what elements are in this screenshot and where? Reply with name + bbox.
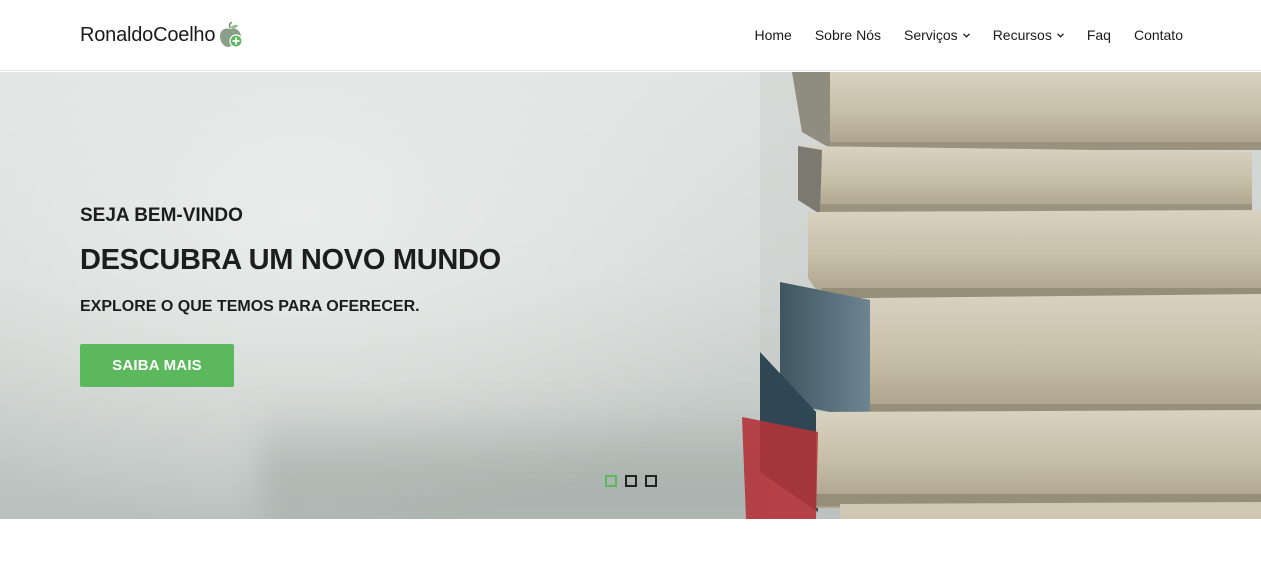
chevron-down-icon xyxy=(962,32,970,38)
nav-item-label: Sobre Nós xyxy=(814,27,881,43)
nav-item-recursos[interactable]: Recursos xyxy=(993,27,1064,43)
main-nav: Home Sobre Nós Serviços Recursos Faq Con… xyxy=(754,27,1183,43)
nav-item-contato[interactable]: Contato xyxy=(1134,27,1183,43)
green-apple-plus-icon xyxy=(220,22,243,48)
nav-item-label: Recursos xyxy=(992,27,1052,43)
hero-background-blur xyxy=(260,402,780,519)
slider-dot-1[interactable] xyxy=(605,475,617,487)
hero-kicker: SEJA BEM-VINDO xyxy=(80,205,243,226)
saiba-mais-button[interactable]: SAIBA MAIS xyxy=(80,344,234,387)
nav-item-label: Faq xyxy=(1086,27,1111,43)
brand-logo[interactable]: RonaldoCoelho xyxy=(80,22,243,48)
hero-subline: EXPLORE O QUE TEMOS PARA OFERECER. xyxy=(80,298,420,315)
nav-item-label: Serviços xyxy=(904,27,958,43)
book-stack-image xyxy=(742,72,1261,519)
slider-dot-3[interactable] xyxy=(645,475,657,487)
nav-item-home[interactable]: Home xyxy=(754,27,791,43)
brand-name: RonaldoCoelho xyxy=(80,23,216,46)
site-header: RonaldoCoelho Home Sobre Nós Serviços Re… xyxy=(0,0,1261,71)
nav-item-label: Home xyxy=(754,27,792,43)
nav-item-sobre-nos[interactable]: Sobre Nós xyxy=(815,27,881,43)
nav-item-faq[interactable]: Faq xyxy=(1087,27,1111,43)
nav-item-label: Contato xyxy=(1133,27,1183,43)
nav-item-servicos[interactable]: Serviços xyxy=(904,27,970,43)
hero-headline: DESCUBRA UM NOVO MUNDO xyxy=(80,244,501,276)
slider-dot-2[interactable] xyxy=(625,475,637,487)
hero-slider: SEJA BEM-VINDO DESCUBRA UM NOVO MUNDO EX… xyxy=(0,72,1261,519)
slider-pagination xyxy=(605,475,657,487)
chevron-down-icon xyxy=(1056,32,1064,38)
